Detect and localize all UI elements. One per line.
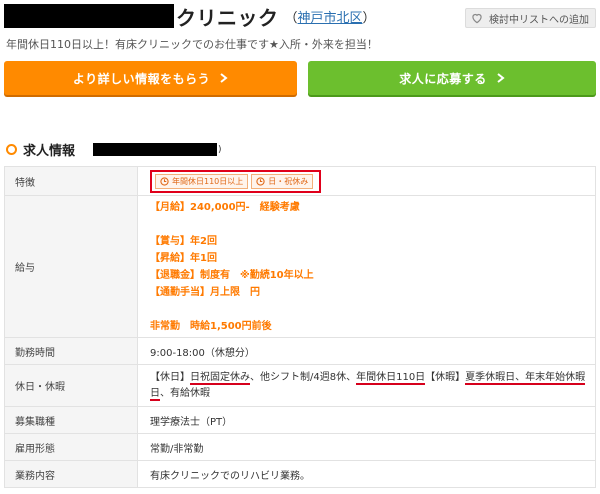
holiday-text: 【休暇】 bbox=[425, 371, 466, 383]
salary-line: 【昇給】年1回 bbox=[150, 252, 217, 264]
circle-bullet-icon bbox=[6, 144, 17, 155]
table-row: 勤務時間 9:00-18:00（休憩分） bbox=[4, 337, 596, 365]
request-info-label: より詳しい情報をもらう bbox=[72, 71, 211, 86]
clock-icon bbox=[256, 176, 265, 186]
feature-tag[interactable]: 年間休日110日以上 bbox=[155, 173, 249, 189]
table-row: 休日・休暇 【休日】日祝固定休み、他シフト制/4週8休、年間休日110日【休暇】… bbox=[4, 364, 596, 407]
location: （神戸市北区） bbox=[285, 7, 376, 26]
row-value: 理学療法士（PT） bbox=[137, 406, 596, 434]
row-key: 業務内容 bbox=[4, 460, 138, 488]
holiday-highlight: 夏季休暇日、年末年始休暇 bbox=[465, 371, 586, 385]
row-key: 募集職種 bbox=[4, 406, 138, 434]
location-link[interactable]: 神戸市北区 bbox=[298, 11, 363, 26]
row-key: 勤務時間 bbox=[4, 337, 138, 365]
page-title: クリニック bbox=[176, 5, 279, 30]
apply-label: 求人に応募する bbox=[399, 71, 487, 86]
salary-cell: 【月給】240,000円- 経験考慮 【賞与】年2回 【昇給】年1回 【退職金】… bbox=[137, 195, 596, 338]
feature-tag-label: 年間休日110日以上 bbox=[172, 176, 244, 186]
holidays-cell: 【休日】日祝固定休み、他シフト制/4週8休、年間休日110日【休暇】夏季休暇日、… bbox=[137, 364, 596, 407]
row-value: 常勤/非常勤 bbox=[137, 433, 596, 461]
apply-button[interactable]: 求人に応募する bbox=[308, 61, 596, 95]
section-title: 求人情報 bbox=[23, 144, 76, 159]
section-title-tail: ) bbox=[218, 144, 222, 155]
salary-line: 【月給】240,000円- 経験考慮 bbox=[150, 201, 300, 213]
salary-line: 【退職金】制度有 ※勤続10年以上 bbox=[150, 269, 314, 281]
holiday-text: 、他シフト制/4週8休、 bbox=[250, 371, 357, 383]
holiday-text: 、有給休暇 bbox=[160, 387, 210, 399]
table-row: 給与 【月給】240,000円- 経験考慮 【賞与】年2回 【昇給】年1回 【退… bbox=[4, 195, 596, 338]
row-value: 有床クリニックでのリハビリ業務。 bbox=[137, 460, 596, 488]
salary-line bbox=[150, 301, 594, 318]
section-header: 求人情報 ) bbox=[6, 140, 222, 159]
salary-line: 非常勤 時給1,500円前後 bbox=[150, 320, 272, 332]
salary-line: 【通勤手当】月上限 円 bbox=[150, 286, 260, 298]
salary-line bbox=[150, 216, 594, 233]
heart-icon bbox=[472, 13, 482, 24]
features-cell: 年間休日110日以上 日・祝休み bbox=[137, 166, 596, 196]
chevron-right-icon bbox=[220, 73, 228, 83]
row-value: 9:00-18:00（休憩分） bbox=[137, 337, 596, 365]
row-key: 雇用形態 bbox=[4, 433, 138, 461]
holiday-highlight: 年間休日110日 bbox=[356, 371, 426, 385]
highlight-box: 年間休日110日以上 日・祝休み bbox=[150, 169, 322, 193]
feature-tag[interactable]: 日・祝休み bbox=[251, 173, 314, 189]
redacted-text bbox=[93, 143, 218, 156]
clock-icon bbox=[160, 176, 169, 186]
table-row: 業務内容 有床クリニックでのリハビリ業務。 bbox=[4, 460, 596, 488]
holiday-text: 【休日】 bbox=[150, 371, 190, 383]
feature-tag-label: 日・祝休み bbox=[268, 176, 309, 186]
job-info-table: 特徴 年間休日110日以上 日・祝休み 給与 【月給】240,000円- 経験考… bbox=[4, 166, 596, 488]
holiday-highlight: 日 bbox=[150, 387, 160, 401]
location-paren-close: ） bbox=[362, 10, 376, 26]
row-key: 特徴 bbox=[4, 166, 138, 196]
job-catchphrase: 年間休日110日以上！有床クリニックでのお仕事です★入所・外来を担当！ bbox=[6, 38, 378, 51]
location-paren-open: （ bbox=[284, 10, 298, 26]
page-header: クリニック （神戸市北区） bbox=[4, 2, 376, 30]
table-row: 募集職種 理学療法士（PT） bbox=[4, 406, 596, 434]
row-key: 休日・休暇 bbox=[4, 364, 138, 407]
table-row: 雇用形態 常勤/非常勤 bbox=[4, 433, 596, 461]
row-key: 給与 bbox=[4, 195, 138, 338]
table-row: 特徴 年間休日110日以上 日・祝休み bbox=[4, 166, 596, 196]
salary-line: 【賞与】年2回 bbox=[150, 235, 217, 247]
request-info-button[interactable]: より詳しい情報をもらう bbox=[4, 61, 297, 95]
add-to-favorites-button[interactable]: 検討中リストへの追加 bbox=[465, 8, 596, 28]
salary-details: 【月給】240,000円- 経験考慮 【賞与】年2回 【昇給】年1回 【退職金】… bbox=[150, 199, 594, 335]
holiday-highlight: 日祝固定休み bbox=[190, 371, 250, 385]
chevron-right-icon bbox=[497, 73, 505, 83]
redacted-clinic-name bbox=[4, 4, 174, 28]
favorite-label: 検討中リストへの追加 bbox=[489, 14, 589, 26]
